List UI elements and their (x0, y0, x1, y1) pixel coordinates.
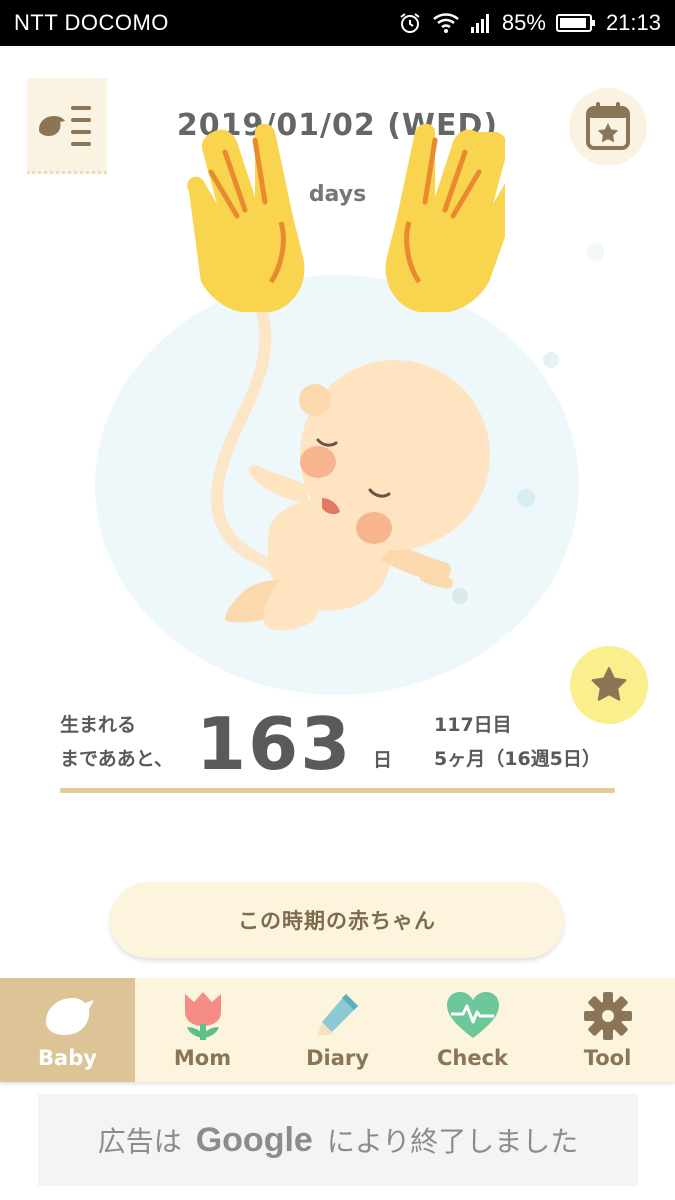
heartbeat-icon (446, 992, 499, 1038)
nav-label-diary: Diary (306, 1046, 369, 1070)
nav-label-mom: Mom (173, 1046, 232, 1070)
clock: 21:13 (605, 10, 661, 35)
nav-label-check: Check (436, 1046, 509, 1070)
month-week: 5ヶ月（16週5日） (434, 748, 601, 770)
status-bar: NTT DOCOMO 85% 21:13 (0, 0, 675, 46)
battery-icon (555, 14, 595, 32)
ad-text-prefix: 広告は (97, 1125, 182, 1158)
battery-percent: 85% (501, 10, 546, 35)
gear-icon (583, 992, 632, 1040)
ad-text-suffix: により終了しました (326, 1125, 579, 1158)
nav-baby[interactable]: Baby (0, 978, 135, 1082)
pregnancy-progress: 117日目 5ヶ月（16週5日） (434, 708, 601, 776)
day-count: 117日目 (434, 714, 512, 736)
tulip-icon (184, 992, 221, 1040)
nav-tool[interactable]: Tool (540, 978, 675, 1082)
nav-mom[interactable]: Mom (135, 978, 270, 1082)
nav-label-baby: Baby (38, 1046, 97, 1070)
ad-brand: Google (195, 1120, 313, 1159)
carrier-name: NTT DOCOMO (14, 10, 169, 35)
alarm-icon (400, 13, 420, 33)
countdown-label-line2: までああと、 (60, 748, 174, 770)
bottom-nav: Baby Mom Diary Check Tool (0, 978, 675, 1082)
raised-hands-emoji (187, 123, 505, 312)
days-remaining: 163 (196, 702, 353, 786)
nav-diary[interactable]: Diary (270, 978, 405, 1082)
baby-info-button[interactable]: この時期の赤ちゃん (110, 882, 564, 958)
bird-icon (45, 998, 94, 1035)
nav-check[interactable]: Check (405, 978, 540, 1082)
countdown-label-line1: 生まれる (60, 714, 137, 736)
ad-banner[interactable]: 広告は Google により終了しました (38, 1094, 638, 1186)
signal-icon (470, 14, 489, 33)
wifi-icon (433, 13, 459, 33)
countdown-label: 生まれる までああと、 (60, 708, 173, 776)
countdown-divider (60, 788, 615, 793)
days-unit: 日 (373, 749, 393, 771)
status-icons: 85% 21:13 (398, 10, 661, 36)
nav-label-tool: Tool (583, 1046, 632, 1070)
pencil-icon (317, 994, 358, 1036)
